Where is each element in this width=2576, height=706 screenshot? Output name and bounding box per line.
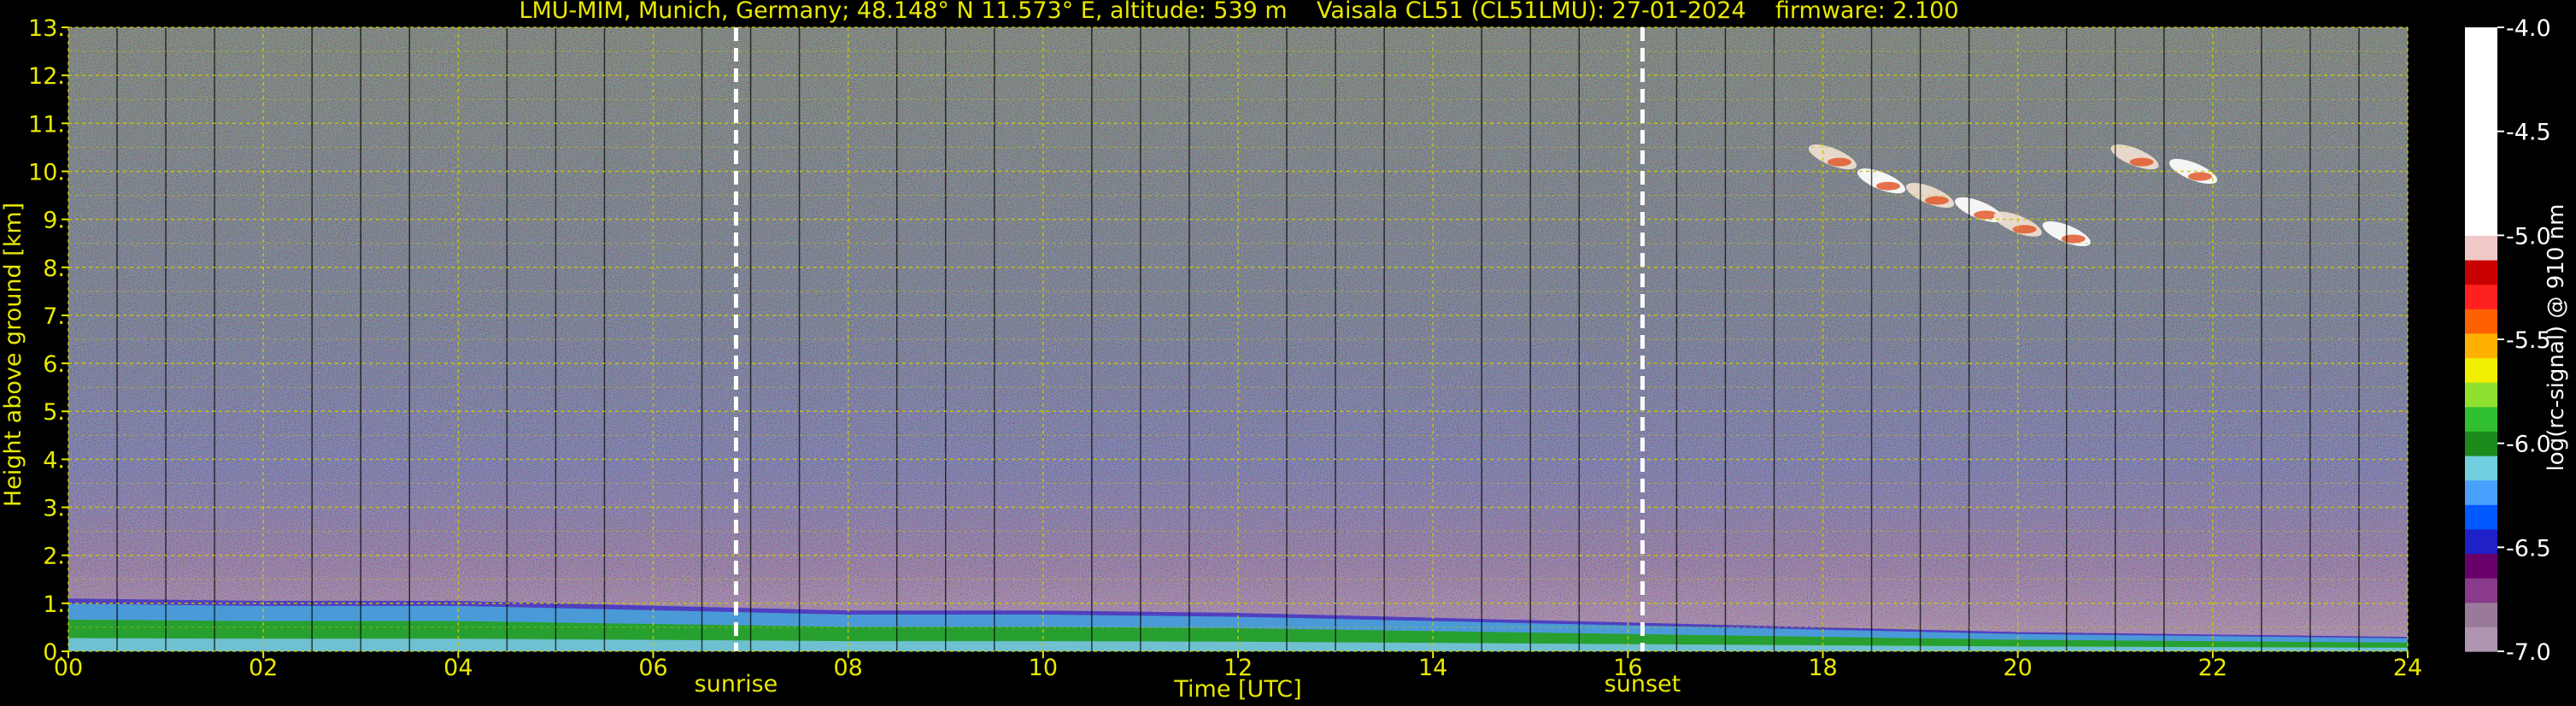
y-tick-label: 11. (28, 111, 65, 138)
y-tick-label: 4. (43, 447, 65, 474)
colorbar-segment (2465, 553, 2497, 579)
colorbar-segment (2465, 504, 2497, 530)
x-axis-label: Time [UTC] (1173, 676, 1301, 703)
y-tick-label: 9. (43, 208, 65, 234)
colorbar-segment (2465, 332, 2497, 359)
x-tick-label: 10 (1029, 655, 1058, 681)
colorbar-segment (2465, 602, 2497, 627)
colorbar-segment (2465, 235, 2497, 261)
x-tick-label: 00 (54, 655, 83, 681)
colorbar-segment (2465, 528, 2497, 555)
y-tick-label: 1. (43, 591, 65, 618)
colorbar-segment (2465, 479, 2497, 505)
x-tick-label: 06 (638, 655, 667, 681)
colorbar-segment (2465, 357, 2497, 383)
y-tick-label: 6. (43, 351, 65, 378)
y-tick-label: 8. (43, 256, 65, 282)
colorbar-label: log(rc-signal) @ 910 nm (2544, 204, 2569, 472)
cirrus-core (2061, 234, 2086, 244)
chart-title: LMU-MIM, Munich, Germany; 48.148° N 11.5… (519, 0, 1958, 24)
y-tick-label: 10. (28, 159, 65, 185)
colorbar-segment (2465, 406, 2497, 432)
y-tick-label: 7. (43, 303, 65, 330)
colorbar-tick-label: -6.5 (2506, 535, 2551, 562)
y-tick-label: 13. (28, 15, 65, 42)
x-tick-label: 20 (2003, 655, 2032, 681)
colorbar-segment (2465, 455, 2497, 481)
x-tick-label: 22 (2198, 655, 2227, 681)
cirrus-core (1875, 181, 1900, 191)
colorbar-tick-label: -4.0 (2506, 15, 2551, 42)
colorbar-segment (2465, 284, 2497, 309)
colorbar-segment (2465, 27, 2497, 236)
x-tick-label: 02 (249, 655, 278, 681)
y-tick-label: 3. (43, 496, 65, 522)
x-tick-label: 18 (1808, 655, 1837, 681)
x-tick-label: 08 (833, 655, 862, 681)
cirrus-core (2188, 172, 2213, 181)
sunrise-label: sunrise (695, 671, 778, 697)
y-tick-label: 12. (28, 63, 65, 90)
x-tick-label: 16 (1613, 655, 1642, 681)
colorbar-segment (2465, 309, 2497, 334)
y-tick-label: 5. (43, 399, 65, 426)
y-axis-label: Height above ground [km] (0, 203, 26, 507)
colorbar-segment (2465, 578, 2497, 603)
x-tick-label: 04 (443, 655, 472, 681)
colorbar-segment (2465, 431, 2497, 456)
cirrus-core (1827, 157, 1851, 167)
colorbar-tick-label: -7.0 (2506, 639, 2551, 666)
y-tick-label: 2. (43, 544, 65, 570)
colorbar-tick-label: -4.5 (2506, 120, 2551, 146)
cirrus-core (2129, 157, 2154, 167)
x-tick-label: 24 (2393, 655, 2422, 681)
y-axis: 0.1.2.3.4.5.6.7.8.9.10.11.12.13. (28, 15, 68, 666)
cirrus-core (2012, 225, 2037, 234)
colorbar-segment (2465, 259, 2497, 285)
ceilometer-plot: LMU-MIM, Munich, Germany; 48.148° N 11.5… (0, 0, 2569, 703)
colorbar-segment (2465, 627, 2497, 652)
colorbar: -4.0-4.5-5.0-5.5-6.0-6.5-7.0 (2465, 15, 2551, 666)
plot-area: sunrise sunset (67, 26, 2409, 697)
x-tick-label: 14 (1418, 655, 1447, 681)
cirrus-core (1924, 196, 1949, 205)
colorbar-segment (2465, 382, 2497, 408)
